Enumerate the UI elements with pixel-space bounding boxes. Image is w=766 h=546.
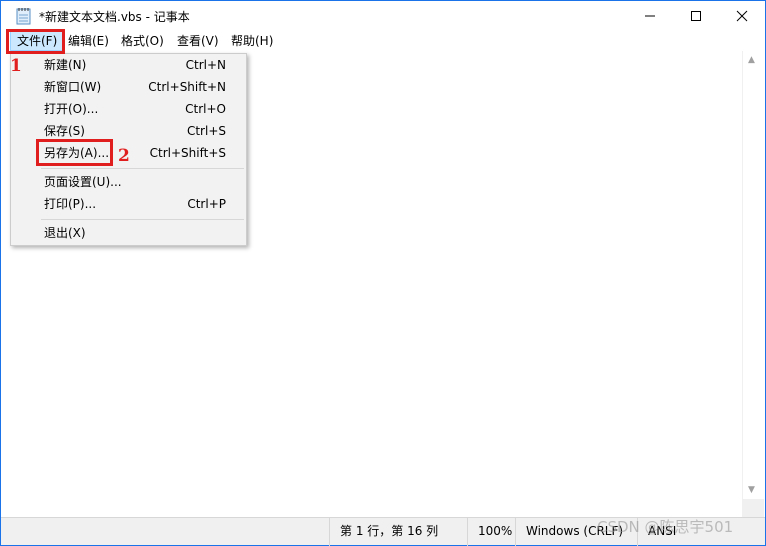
menu-item-shortcut: Ctrl+Shift+N (148, 80, 226, 94)
highlight-box-file-menu (6, 29, 65, 54)
menu-item-label: 打印(P)... (44, 197, 97, 211)
menu-format[interactable]: 格式(O) (115, 31, 170, 51)
watermark: CSDN @陈思宇501 (597, 518, 734, 536)
callout-step-1: 1 (10, 56, 22, 76)
menu-item-print[interactable]: 打印(P)... Ctrl+P (11, 193, 246, 215)
highlight-box-save-as (36, 139, 113, 166)
minimize-button[interactable] (627, 1, 673, 31)
menu-bar: 文件(F) 编辑(E) 格式(O) 查看(V) 帮助(H) (1, 31, 765, 51)
notepad-icon (16, 7, 32, 25)
horizontal-scroll-area (1, 499, 742, 517)
maximize-button[interactable] (673, 1, 719, 31)
menu-item-label: 打开(O)... (44, 102, 99, 116)
scroll-up-arrow-icon[interactable]: ▲ (748, 55, 755, 65)
menu-separator (41, 168, 244, 169)
status-cursor-position: 第 1 行，第 16 列 (329, 518, 467, 546)
window-title: *新建文本文档.vbs - 记事本 (39, 10, 190, 24)
scroll-down-arrow-icon[interactable]: ▼ (748, 485, 755, 495)
notepad-window: *新建文本文档.vbs - 记事本 文件(F) 编辑(E) 格式(O) 查看(V… (0, 0, 766, 546)
close-button[interactable] (719, 1, 765, 31)
callout-step-2: 2 (118, 146, 130, 166)
menu-item-label: 退出(X) (44, 226, 86, 240)
menu-item-label: 新窗口(W) (44, 80, 102, 94)
close-icon (736, 10, 748, 22)
menu-item-shortcut: Ctrl+S (186, 124, 226, 138)
menu-edit[interactable]: 编辑(E) (62, 31, 115, 51)
status-zoom: 100% (467, 518, 515, 546)
menu-item-new-window[interactable]: 新窗口(W) Ctrl+Shift+N (11, 76, 246, 98)
menu-item-open[interactable]: 打开(O)... Ctrl+O (11, 98, 246, 120)
maximize-icon (691, 11, 701, 21)
vertical-scrollbar[interactable]: ▲ ▼ (742, 51, 764, 499)
menu-separator (41, 219, 244, 220)
minimize-icon (645, 15, 655, 17)
menu-item-label: 新建(N) (44, 58, 87, 72)
menu-item-shortcut: Ctrl+O (185, 102, 226, 116)
menu-item-new[interactable]: 新建(N) Ctrl+N (11, 54, 246, 76)
menu-help[interactable]: 帮助(H) (225, 31, 279, 51)
menu-item-exit[interactable]: 退出(X) (11, 222, 246, 244)
menu-item-shortcut: Ctrl+N (185, 58, 226, 72)
menu-item-label: 页面设置(U)... (44, 175, 122, 189)
scrollbar-corner (742, 499, 764, 517)
menu-item-shortcut: Ctrl+Shift+S (149, 146, 226, 160)
menu-view[interactable]: 查看(V) (171, 31, 225, 51)
menu-item-shortcut: Ctrl+P (187, 197, 226, 211)
menu-item-page-setup[interactable]: 页面设置(U)... (11, 171, 246, 193)
title-bar: *新建文本文档.vbs - 记事本 (1, 1, 765, 31)
